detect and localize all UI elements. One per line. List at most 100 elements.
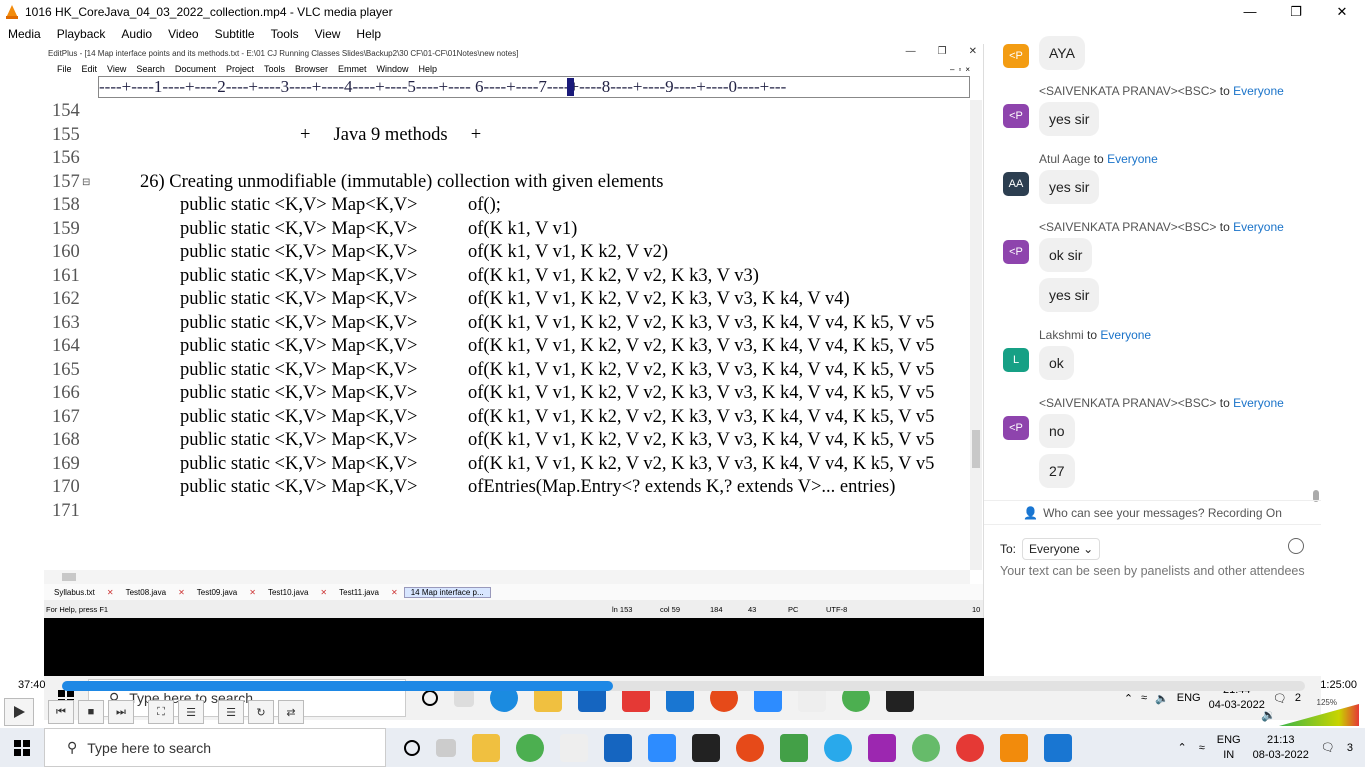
vlc-cone-icon	[6, 5, 18, 19]
volume-slider[interactable]	[1279, 704, 1359, 726]
stop-button[interactable]: ■	[78, 700, 104, 724]
code-line: 159 public static <K,V> Map<K,V> of(K k1, …	[44, 218, 970, 242]
loop-button[interactable]: ↻	[248, 700, 274, 724]
line-number: 168	[52, 430, 80, 450]
close-button[interactable]: ✕	[1319, 0, 1365, 24]
code-line: 157 ⊟ 26) Creating unmodifiable (immutable…	[44, 171, 970, 195]
line-text: 26) Creating unmodifiable (immutable) co…	[140, 171, 664, 192]
avatar: L	[1003, 348, 1029, 372]
avatar: <P	[1003, 240, 1029, 264]
recipient-link[interactable]: Everyone	[1233, 220, 1284, 234]
method-signature: public static <K,V> Map<K,V>	[180, 195, 418, 215]
outer-record-icon[interactable]	[736, 733, 764, 762]
file-tab: 14 Map interface p...	[403, 586, 491, 598]
menu-view[interactable]: View	[307, 27, 349, 41]
menu-audio[interactable]: Audio	[113, 27, 160, 41]
menu-tools[interactable]: Tools	[263, 27, 307, 41]
method-signature: public static <K,V> Map<K,V>	[180, 265, 418, 286]
ruler-cursor-marker	[567, 78, 574, 96]
menu-playback[interactable]: Playback	[49, 27, 114, 41]
shuffle-button[interactable]: ⇄	[278, 700, 304, 724]
fullscreen-button[interactable]: ⛶	[148, 700, 174, 724]
playlist-button[interactable]: ☰	[218, 700, 244, 724]
minimize-button[interactable]: —	[1227, 0, 1273, 24]
outer-red-app-icon[interactable]	[956, 733, 984, 762]
file-tab: Syllabus.txt ✕	[48, 588, 120, 597]
message-bubble: yes sir	[1039, 278, 1100, 312]
ep-minimize-icon: —	[905, 46, 916, 57]
ep-doc-controls-icon: –▫×	[950, 64, 974, 74]
recipient-link[interactable]: Everyone	[1233, 396, 1284, 410]
stop-icon: ■	[87, 706, 95, 718]
outer-task-view-icon[interactable]	[436, 738, 456, 757]
extended-settings-button[interactable]: ☰	[178, 700, 204, 724]
outer-wifi-icon[interactable]: ≈	[1199, 742, 1205, 754]
maximize-button[interactable]: ❐	[1273, 0, 1319, 24]
outer-store-icon[interactable]	[604, 733, 632, 762]
outer-telegram-icon[interactable]	[824, 733, 852, 762]
play-button[interactable]	[4, 698, 34, 726]
ep-menu-window: Window	[376, 64, 409, 74]
outer-app-icon[interactable]	[868, 733, 896, 762]
file-tab: Test10.java ✕	[262, 588, 333, 597]
menu-video[interactable]: Video	[160, 27, 206, 41]
who-can-see-notice[interactable]: 👤 Who can see your messages? Recording O…	[984, 500, 1321, 525]
recipient-value: Everyone	[1029, 542, 1080, 556]
windows-logo-icon	[14, 739, 30, 756]
outer-notification-icon[interactable]: 🗨	[1321, 741, 1335, 754]
recipient-link[interactable]: Everyone	[1107, 152, 1158, 166]
time-total: 1:25:00	[1320, 679, 1357, 691]
video-area[interactable]: EditPlus - [14 Map interface points and …	[0, 36, 1365, 720]
outer-zoom-icon[interactable]	[648, 733, 676, 762]
outer-sticky-app-icon[interactable]	[692, 733, 720, 762]
file-tab: Test08.java ✕	[120, 588, 191, 597]
message-header: <SAIVENKATA PRANAV><BSC> to Everyone	[1039, 220, 1284, 234]
outer-file-explorer-icon[interactable]	[472, 733, 500, 762]
line-number: 167	[52, 406, 80, 427]
next-button[interactable]: ⏭	[108, 700, 134, 724]
previous-button[interactable]: ⏮	[48, 700, 74, 724]
speaker-icon: 🔉	[1261, 708, 1276, 722]
outer-chart-app-icon[interactable]	[780, 733, 808, 762]
outer-lang[interactable]: ENG IN	[1217, 733, 1241, 763]
fold-marker-icon[interactable]: ⊟	[82, 171, 130, 195]
playback-controls: ⏮ ■ ⏭ ⛶ ☰ ☰ ↻ ⇄ 125% 🔉	[0, 696, 1365, 728]
code-line: 168 public static <K,V> Map<K,V> of(K k1, …	[44, 429, 970, 453]
recipient-link[interactable]: Everyone	[1233, 84, 1284, 98]
outer-cortana-icon[interactable]	[404, 739, 420, 756]
outer-search-box[interactable]: ⚲ Type here to search	[44, 728, 386, 767]
editplus-title-bar: EditPlus - [14 Map interface points and …	[44, 44, 983, 62]
file-tab: Test09.java ✕	[191, 588, 262, 597]
status-col: col 59	[660, 604, 681, 614]
menu-help[interactable]: Help	[348, 27, 389, 41]
method-call: of(K k1, V v1, K k2, V v2, K k3, V v3, K…	[468, 289, 850, 309]
method-signature: public static <K,V> Map<K,V>	[180, 289, 418, 309]
horizontal-scrollbar[interactable]	[44, 570, 970, 584]
emoji-icon[interactable]	[1288, 538, 1304, 554]
outer-date: 08-03-2022	[1252, 748, 1309, 761]
outer-clock[interactable]: 21:13 08-03-2022	[1253, 733, 1309, 763]
recipient-link[interactable]: Everyone	[1100, 328, 1151, 342]
avatar: <P	[1003, 416, 1029, 440]
line-number: 161	[52, 265, 80, 286]
outer-photos-icon[interactable]	[1044, 733, 1072, 762]
outer-start-button[interactable]	[0, 728, 44, 767]
vertical-scrollbar[interactable]	[970, 100, 982, 570]
menu-media[interactable]: Media	[0, 27, 49, 41]
seek-slider[interactable]	[62, 681, 1305, 691]
chat-message-input[interactable]	[1000, 564, 1310, 578]
line-text: public static <K,V> Map<K,V> of(K k1, V v…	[180, 382, 934, 406]
close-tab-icon: ✕	[178, 587, 185, 597]
outer-tray-chevron-icon[interactable]: ⌃	[1178, 741, 1187, 754]
outer-snip-icon[interactable]	[560, 733, 588, 762]
to-word: to	[1219, 396, 1230, 410]
code-line: 162 public static <K,V> Map<K,V> of(K k1, …	[44, 288, 970, 312]
outer-chrome-icon[interactable]	[516, 733, 544, 762]
message-bubble: ok sir	[1039, 238, 1093, 272]
menu-subtitle[interactable]: Subtitle	[207, 27, 263, 41]
outer-vlc-icon[interactable]	[1000, 733, 1028, 762]
volume-control[interactable]: 125% 🔉	[1259, 698, 1359, 726]
recipient-dropdown[interactable]: Everyone ⌄	[1022, 538, 1101, 560]
outer-green-app-icon[interactable]	[912, 733, 940, 762]
method-call: of(K k1, V v1, K k2, V v2, K k3, V v3, K…	[468, 453, 935, 474]
